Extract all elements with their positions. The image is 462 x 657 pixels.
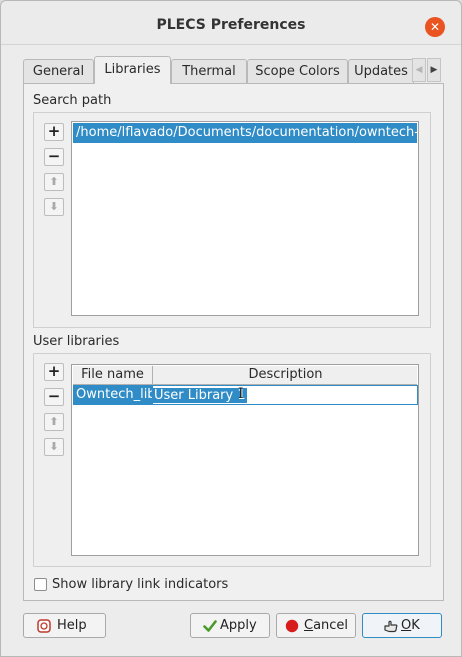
window-title: PLECS Preferences: [156, 17, 306, 33]
cancel-button[interactable]: Cancel: [276, 613, 356, 638]
cancel-label: Cancel: [304, 618, 349, 633]
apply-label: Apply: [220, 618, 257, 633]
close-button[interactable]: ✕: [425, 17, 445, 37]
search-path-item[interactable]: /home/lflavado/Documents/documentation/o…: [73, 123, 417, 143]
title-bar[interactable]: PLECS Preferences ✕: [1, 1, 461, 45]
cancel-stop-icon: [285, 619, 299, 633]
help-icon: [37, 619, 51, 633]
user-libraries-label: User libraries: [33, 334, 120, 349]
tab-libraries[interactable]: Libraries: [94, 56, 171, 84]
tab-thermal[interactable]: Thermal: [171, 59, 247, 84]
column-header-file-name[interactable]: File name: [73, 366, 153, 384]
ok-label: OK: [401, 618, 420, 633]
user-libraries-add-button[interactable]: +: [44, 363, 64, 381]
column-header-description[interactable]: Description: [153, 366, 418, 384]
checkmark-icon: [203, 620, 217, 632]
help-button[interactable]: Help: [23, 613, 106, 638]
tab-scope-colors[interactable]: Scope Colors: [247, 59, 348, 84]
tab-bar: General Libraries Thermal Scope Colors U…: [23, 56, 443, 84]
search-path-move-up-icon[interactable]: ⬆: [44, 173, 64, 191]
show-link-indicators-label: Show library link indicators: [52, 577, 229, 592]
help-label: Help: [57, 618, 87, 633]
user-libraries-table[interactable]: File name Description Owntech_lib User L…: [71, 364, 419, 556]
tab-updates[interactable]: Updates: [348, 59, 414, 84]
search-path-remove-button[interactable]: −: [44, 148, 64, 166]
show-link-indicators-checkbox[interactable]: [34, 578, 47, 591]
tab-general[interactable]: General: [23, 59, 94, 84]
preferences-dialog: PLECS Preferences ✕ General Libraries Th…: [0, 0, 462, 657]
ok-button[interactable]: OK: [362, 613, 442, 638]
search-path-list[interactable]: /home/lflavado/Documents/documentation/o…: [71, 121, 419, 316]
description-edit-text: User Library 1: [153, 388, 247, 403]
search-path-label: Search path: [33, 93, 112, 108]
tab-scroll-right-icon[interactable]: ▶: [427, 58, 441, 82]
user-libraries-remove-button[interactable]: −: [44, 388, 64, 406]
search-path-add-button[interactable]: +: [44, 123, 64, 141]
table-cell-file-name[interactable]: Owntech_lib: [73, 385, 156, 405]
table-cell-description-editor[interactable]: User Library 1: [152, 385, 418, 405]
tab-scroll-left-icon[interactable]: ◀: [412, 58, 426, 82]
text-cursor-icon: I: [238, 386, 244, 402]
table-header: File name Description: [73, 366, 417, 385]
user-libraries-move-up-icon[interactable]: ⬆: [44, 413, 64, 431]
search-path-move-down-icon[interactable]: ⬇: [44, 198, 64, 216]
user-libraries-move-down-icon[interactable]: ⬇: [44, 438, 64, 456]
ok-hand-icon: [384, 620, 398, 633]
apply-button[interactable]: Apply: [190, 613, 270, 638]
